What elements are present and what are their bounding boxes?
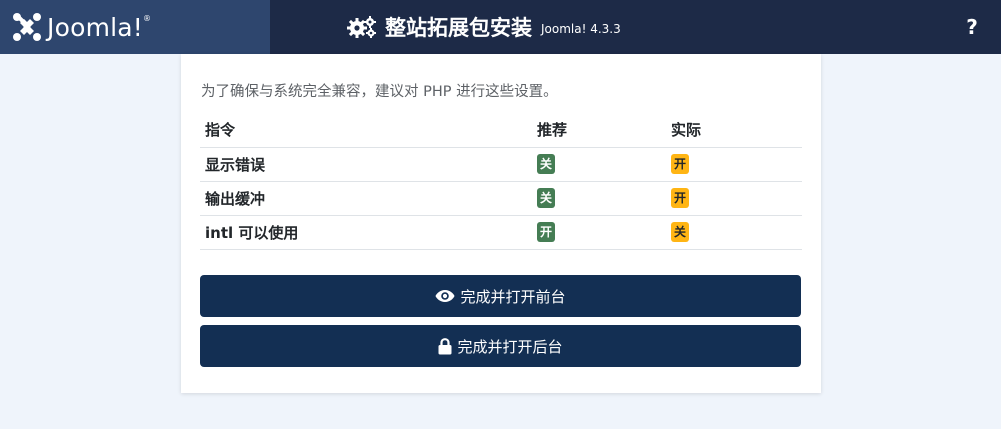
status-badge: 关 (537, 154, 555, 174)
open-admin-button[interactable]: 完成并打开后台 (200, 325, 801, 367)
actual-cell: 开 (666, 181, 802, 216)
eye-icon (435, 290, 455, 302)
column-header-recommended: 推荐 (532, 113, 666, 148)
open-site-button[interactable]: 完成并打开前台 (200, 275, 801, 317)
actual-cell: 开 (666, 147, 802, 182)
status-badge: 关 (537, 188, 555, 208)
lock-icon (438, 337, 452, 354)
table-row: 输出缓冲 关 开 (200, 181, 802, 216)
intro-text: 为了确保与系统完全兼容，建议对 PHP 进行这些设置。 (201, 84, 558, 100)
table-row: 显示错误 关 开 (200, 147, 802, 182)
page-title-group: 整站拓展包安装 Joomla! 4.3.3 (346, 0, 621, 54)
directive-cell: intl 可以使用 (200, 215, 532, 250)
open-site-label: 完成并打开前台 (460, 287, 566, 306)
version-label: Joomla! 4.3.3 (541, 22, 621, 36)
open-admin-label: 完成并打开后台 (457, 337, 563, 356)
recommended-cell: 关 (532, 181, 666, 216)
logo[interactable]: Joomla! ® (0, 0, 270, 54)
table-row: intl 可以使用 开 关 (200, 215, 802, 250)
status-badge: 开 (671, 188, 689, 208)
recommended-cell: 开 (532, 215, 666, 250)
logo-text: Joomla! (47, 12, 144, 42)
recommended-cell: 关 (532, 147, 666, 182)
column-header-actual: 实际 (666, 113, 802, 148)
question-icon[interactable]: ? (962, 15, 982, 39)
status-badge: 关 (671, 222, 689, 242)
page-title: 整站拓展包安装 (385, 16, 532, 40)
status-badge: 开 (671, 154, 689, 174)
settings-card: 为了确保与系统完全兼容，建议对 PHP 进行这些设置。 指令 推荐 实际 显示错… (181, 54, 821, 393)
joomla-logo-icon (13, 13, 41, 41)
logo-trademark: ® (143, 14, 152, 23)
status-badge: 开 (537, 222, 555, 242)
header: Joomla! ® 整站拓展包安装 Joomla! 4.3.3 ? (0, 0, 1001, 54)
table-header-row: 指令 推荐 实际 (200, 113, 802, 148)
directive-cell: 输出缓冲 (200, 181, 532, 216)
php-settings-table: 指令 推荐 实际 显示错误 关 开 输出缓冲 关 开 intl 可以使用 开 关 (200, 113, 802, 250)
gears-icon (347, 16, 376, 38)
column-header-directive: 指令 (200, 113, 532, 148)
directive-cell: 显示错误 (200, 147, 532, 182)
actual-cell: 关 (666, 215, 802, 250)
